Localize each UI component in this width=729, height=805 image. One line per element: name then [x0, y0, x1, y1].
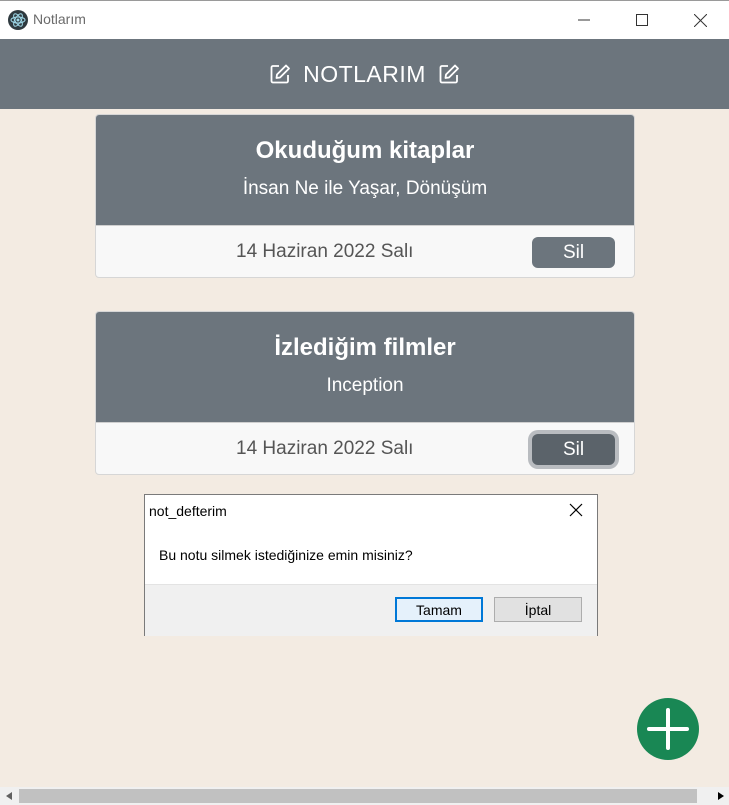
- maximize-button[interactable]: [613, 1, 671, 39]
- delete-note-button[interactable]: Sil: [532, 237, 615, 268]
- note-date: 14 Haziran 2022 Salı: [236, 241, 414, 262]
- scroll-right-arrow-icon[interactable]: [712, 787, 729, 805]
- note-title: Okuduğum kitaplar: [255, 137, 475, 164]
- window-titlebar: Notlarım: [0, 0, 729, 39]
- page-title: NOTLARIM: [303, 60, 426, 87]
- note-date: 14 Haziran 2022 Salı: [236, 438, 414, 459]
- note-card: İzlediğim filmler Inception 14 Haziran 2…: [95, 311, 635, 475]
- note-card-footer: 14 Haziran 2022 Salı Sil: [96, 226, 634, 277]
- horizontal-scrollbar[interactable]: [0, 787, 729, 805]
- window-title: Notlarım: [33, 11, 86, 27]
- close-icon: [569, 503, 583, 517]
- dialog-message: Bu notu silmek istediğinize emin misiniz…: [159, 547, 413, 563]
- note-card-footer: 14 Haziran 2022 Salı Sil: [96, 423, 634, 474]
- minimize-button[interactable]: [555, 1, 613, 39]
- note-card: Okuduğum kitaplar İnsan Ne ile Yaşar, Dö…: [95, 114, 635, 278]
- dialog-close-button[interactable]: [569, 503, 585, 519]
- confirm-dialog: not_defterim Bu notu silmek istediğinize…: [144, 494, 598, 636]
- add-note-button[interactable]: [637, 698, 699, 760]
- close-icon: [693, 13, 707, 27]
- dialog-footer: Tamam İptal: [145, 584, 597, 636]
- note-card-header: Okuduğum kitaplar İnsan Ne ile Yaşar, Dö…: [96, 115, 634, 226]
- plus-icon: [647, 708, 689, 750]
- app-icon: [8, 10, 28, 30]
- maximize-icon: [636, 14, 648, 26]
- confirm-ok-button[interactable]: Tamam: [395, 597, 483, 622]
- app-header: NOTLARIM: [0, 39, 729, 109]
- dialog-title: not_defterim: [149, 503, 227, 519]
- close-window-button[interactable]: [671, 1, 729, 39]
- scroll-left-arrow-icon[interactable]: [0, 787, 17, 805]
- confirm-cancel-button[interactable]: İptal: [494, 597, 582, 622]
- scrollbar-thumb[interactable]: [19, 789, 697, 803]
- note-text: İnsan Ne ile Yaşar, Dönüşüm: [242, 178, 488, 199]
- note-text: Inception: [326, 375, 404, 396]
- note-title: İzlediğim filmler: [274, 334, 456, 361]
- delete-note-button[interactable]: Sil: [532, 434, 615, 465]
- note-card-header: İzlediğim filmler Inception: [96, 312, 634, 423]
- edit-icon: [269, 63, 291, 85]
- edit-icon: [438, 63, 460, 85]
- minimize-icon: [578, 19, 590, 21]
